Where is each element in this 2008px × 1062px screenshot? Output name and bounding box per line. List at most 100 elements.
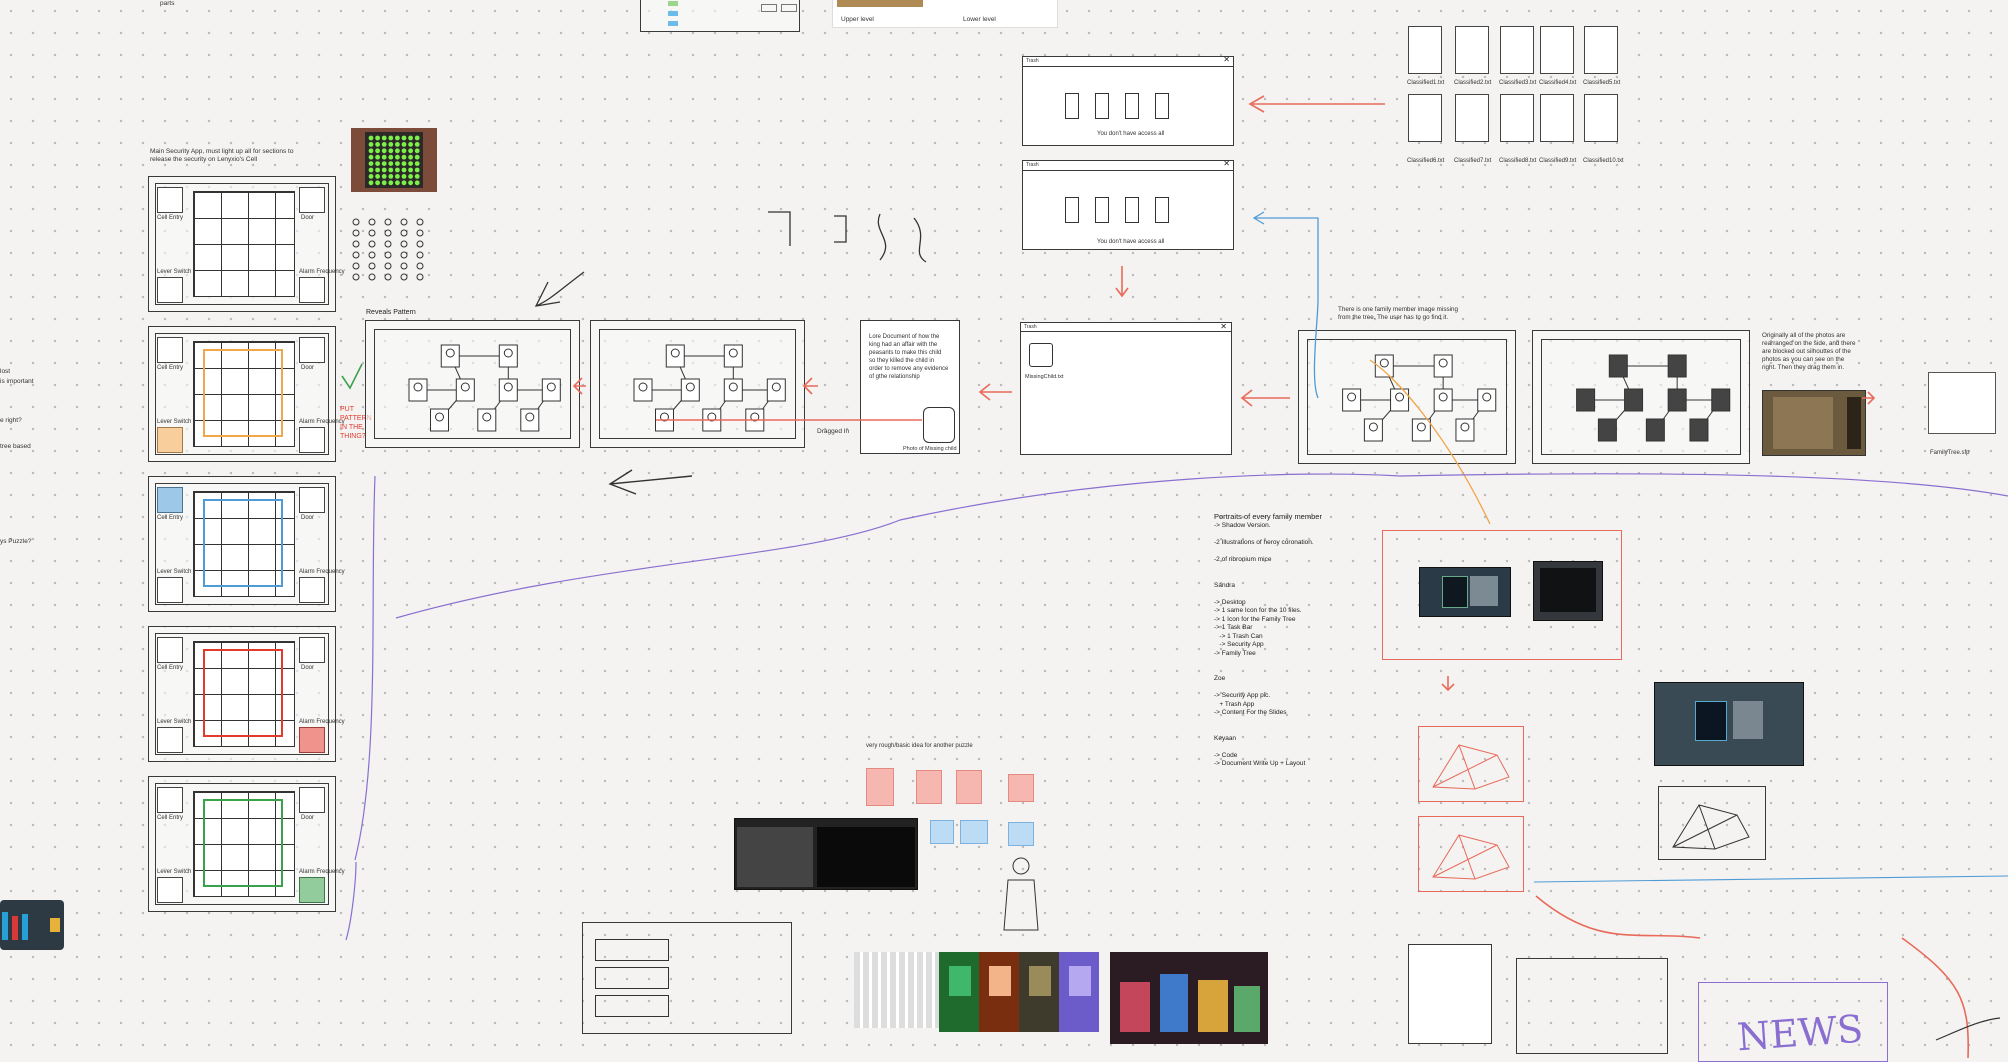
classified-file-name[interactable]: Classified2.txt: [1454, 80, 1491, 86]
sketch-dot: [416, 273, 424, 281]
led-dot: [408, 154, 413, 160]
classified-file-name[interactable]: Classified7.txt: [1454, 158, 1491, 164]
classified-file-icon[interactable]: [1540, 26, 1574, 74]
tree-portrait: [498, 378, 518, 402]
security-panel: Cell Entry Door Lever Switch Alarm Frequ…: [148, 626, 345, 762]
led-dot: [375, 154, 380, 160]
tree-portrait: [633, 378, 653, 402]
close-icon[interactable]: ✕: [1220, 322, 1227, 331]
classified-file-name[interactable]: Classified6.txt: [1407, 158, 1444, 164]
tree-portrait: [1411, 418, 1431, 442]
dots-sketch: [350, 216, 430, 286]
tree-portrait: [655, 408, 674, 432]
close-icon[interactable]: ✕: [1223, 159, 1230, 168]
panel-button[interactable]: [299, 187, 325, 213]
led-dot: [401, 154, 407, 160]
panel-button[interactable]: [299, 487, 325, 513]
close-icon[interactable]: ✕: [1223, 55, 1230, 64]
tree-portrait: [430, 408, 449, 432]
panel-label: Alarm Frequency: [299, 569, 345, 575]
flow-node: [668, 11, 678, 16]
tree-portrait: [1711, 388, 1731, 412]
todo-heading: Portraits of every family member: [1214, 512, 1322, 521]
classified-file-icon[interactable]: [1500, 94, 1534, 142]
sketch-dot: [352, 240, 360, 248]
tree-portrait: [1689, 418, 1709, 442]
led-dot: [395, 167, 400, 173]
map-frame-3: [1658, 786, 1766, 860]
sketch-dot: [400, 262, 408, 270]
classified-file-icon[interactable]: [1408, 26, 1442, 74]
classified-file-icon[interactable]: [1584, 94, 1618, 142]
classified-file-name[interactable]: Classified9.txt: [1539, 158, 1576, 164]
panel-button[interactable]: [157, 337, 183, 363]
led-dot: [381, 142, 387, 147]
led-dot: [401, 174, 407, 179]
led-dot: [414, 135, 420, 141]
led-dot: [408, 148, 413, 154]
panel-button[interactable]: [157, 787, 183, 813]
tree-portrait: [723, 344, 743, 368]
classified-file-icon[interactable]: [1408, 94, 1442, 142]
todo-line: [1214, 531, 1344, 540]
idea-card: [866, 768, 894, 806]
classified-file-icon[interactable]: [1540, 94, 1574, 142]
led-dot: [388, 154, 394, 160]
lore-text: Lore Document of how the king had an aff…: [869, 334, 949, 380]
classified-file-name[interactable]: Classified5.txt: [1583, 80, 1620, 86]
panel-button[interactable]: [299, 427, 325, 453]
panel-button[interactable]: [157, 277, 183, 303]
sketch-dot: [416, 251, 424, 259]
lower-level-label: Lower level: [963, 16, 996, 23]
family-tree-file[interactable]: [1928, 372, 1996, 434]
flow-node: [668, 21, 678, 26]
missing-child-file[interactable]: MissingChild.txt: [1025, 373, 1064, 381]
screen-screenshot: [1533, 561, 1603, 621]
sketch-dot: [368, 229, 376, 237]
classified-file-icon[interactable]: [1455, 94, 1489, 142]
panel-label: Lever Switch: [157, 569, 192, 575]
classified-file-name[interactable]: Classified10.txt: [1583, 158, 1624, 164]
panel-label: Cell Entry: [157, 215, 184, 221]
tree-portrait: [1667, 388, 1687, 412]
colored-square: [157, 427, 183, 453]
panel-button[interactable]: [157, 727, 183, 753]
idea-card: [956, 770, 982, 804]
panel-button[interactable]: [157, 187, 183, 213]
panel-label: Lever Switch: [157, 419, 192, 425]
idea-card: [1008, 822, 1034, 846]
panel-button[interactable]: [299, 577, 325, 603]
panel-button[interactable]: [299, 277, 325, 303]
classified-file-name[interactable]: Classified8.txt: [1499, 158, 1536, 164]
panel-button[interactable]: [157, 637, 183, 663]
map-route: [1432, 834, 1510, 880]
classified-file-icon[interactable]: [1455, 26, 1489, 74]
tree-portrait: [1342, 388, 1362, 412]
file-icon[interactable]: [1029, 343, 1053, 367]
security-panel: Cell Entry Door Lever Switch Alarm Frequ…: [148, 326, 345, 462]
panel-button[interactable]: [157, 577, 183, 603]
panel-label: Door: [301, 215, 315, 221]
classified-file-name[interactable]: Classified1.txt: [1407, 80, 1444, 86]
classified-file-name[interactable]: Classified4.txt: [1539, 80, 1576, 86]
led-dot: [408, 161, 413, 166]
security-screens-frame: [1382, 530, 1622, 660]
classified-file-icon[interactable]: [1584, 26, 1618, 74]
todo-line: -> 1 Task Bar: [1214, 624, 1253, 631]
classified-file-name[interactable]: Classified3.txt: [1499, 80, 1536, 86]
tree-portrait: [1597, 418, 1617, 442]
dialog-title: Trash: [1026, 58, 1039, 64]
panel-button[interactable]: [157, 877, 183, 903]
classified-file-icon[interactable]: [1500, 26, 1534, 74]
family-tree-filename[interactable]: FamilyTree.sfp: [1930, 450, 1969, 456]
panel-button[interactable]: [299, 337, 325, 363]
family-tree-missing: [1298, 330, 1516, 464]
photo-frame: [923, 407, 955, 443]
sketch-dot: [384, 262, 392, 270]
news-sketch: NEWS: [1698, 982, 1888, 1062]
panel-button[interactable]: [299, 637, 325, 663]
todo-line: Sandra: [1214, 581, 1235, 589]
tree-portrait: [1608, 354, 1628, 378]
pattern-overlay: [203, 349, 283, 437]
panel-button[interactable]: [299, 787, 325, 813]
